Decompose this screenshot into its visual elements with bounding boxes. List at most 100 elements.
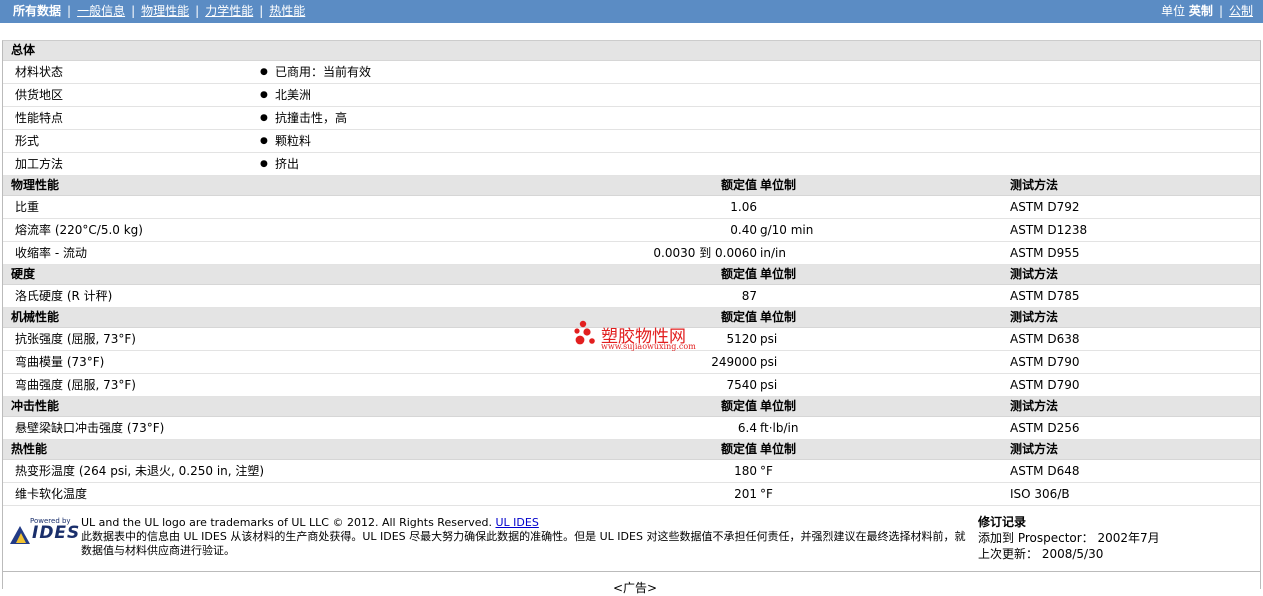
column-header-unit: 单位制 [760, 178, 797, 192]
bullet-icon: ● [260, 90, 268, 100]
column-header-unit: 单位制 [760, 442, 797, 456]
property-value: 0.40 [730, 223, 757, 237]
column-header-value: 额定值 [720, 267, 757, 281]
property-name: 热变形温度 (264 psi, 未退火, 0.250 in, 注塑) [15, 464, 265, 478]
test-method: ASTM D792 [1010, 200, 1080, 214]
footer-divider [3, 571, 1260, 572]
property-value: 挤出 [275, 157, 300, 171]
ides-logo: Powered by IDES [8, 517, 79, 547]
trademark-text: UL and the UL logo are trademarks of UL … [81, 516, 492, 529]
table-row: 熔流率 (220°C/5.0 kg) 0.40 g/10 min ASTM D1238 [3, 219, 1260, 242]
property-name: 弯曲强度 (屈服, 73°F) [15, 378, 136, 392]
property-name: 材料状态 [15, 65, 64, 79]
property-value: 1.06 [730, 200, 757, 214]
revision-updated: 上次更新： 2008/5/30 [978, 547, 1104, 561]
nav-thermal[interactable]: 热性能 [269, 4, 305, 18]
property-value: 6.4 [737, 421, 757, 435]
property-value: 249000 [711, 355, 757, 369]
property-unit: psi [760, 378, 778, 392]
test-method: ASTM D638 [1010, 332, 1080, 346]
property-name: 悬壁梁缺口冲击强度 (73°F) [15, 421, 165, 435]
section-title: 硬度 [11, 267, 36, 281]
property-unit: °F [760, 464, 773, 478]
property-value: 颗粒料 [275, 134, 312, 148]
nav-all-data[interactable]: 所有数据 [13, 4, 61, 18]
revision-history: 修订记录 添加到 Prospector： 2002年7月 上次更新： 2008/… [978, 514, 1160, 562]
table-row: 供货地区 ● 北美洲 [3, 84, 1260, 107]
section-title: 总体 [11, 43, 36, 57]
property-value: 已商用：当前有效 [275, 65, 372, 79]
column-header-method: 测试方法 [1010, 267, 1059, 281]
property-name: 洛氏硬度 (R 计秤) [15, 289, 113, 303]
column-header-unit: 单位制 [760, 399, 797, 413]
property-value: 180 [734, 464, 757, 478]
property-name: 加工方法 [15, 157, 64, 171]
property-name: 熔流率 (220°C/5.0 kg) [15, 223, 143, 237]
site-watermark: 塑胶物性网 www.sujiaowuxing.com [571, 317, 711, 357]
property-value: 87 [741, 289, 757, 303]
section-header: 物理性能 额定值 单位制 测试方法 [3, 176, 1260, 196]
column-header-unit: 单位制 [760, 267, 797, 281]
nav-general-info[interactable]: 一般信息 [77, 4, 125, 18]
property-name: 弯曲模量 (73°F) [15, 355, 105, 369]
watermark-url: www.sujiaowuxing.com [601, 342, 696, 351]
top-nav-bar: 所有数据 | 一般信息 | 物理性能 | 力学性能 | 热性能 单位 英制 | 公制 [0, 0, 1263, 23]
property-value: 抗撞击性，高 [275, 111, 348, 125]
table-row: 性能特点 ● 抗撞击性，高 [3, 107, 1260, 130]
column-header-method: 测试方法 [1010, 442, 1059, 456]
property-name: 供货地区 [15, 88, 64, 102]
table-row: 加工方法 ● 挤出 [3, 153, 1260, 176]
nav-mechanical[interactable]: 力学性能 [205, 4, 253, 18]
table-row: 维卡软化温度 201 °F ISO 306/B [3, 483, 1260, 506]
disclaimer-text: 此数据表中的信息由 UL IDES 从该材料的生产商处获得。UL IDES 尽最… [81, 530, 966, 557]
test-method: ASTM D785 [1010, 289, 1080, 303]
ul-ides-link[interactable]: UL IDES [496, 516, 539, 529]
table-row: 收缩率 - 流动 0.0030 到 0.0060 in/in ASTM D955 [3, 242, 1260, 265]
ad-label: <广告> [613, 581, 658, 595]
table-row: 悬壁梁缺口冲击强度 (73°F) 6.4 ft·lb/in ASTM D256 [3, 417, 1260, 440]
column-header-value: 额定值 [720, 442, 757, 456]
revision-title: 修订记录 [978, 515, 1027, 529]
bullet-icon: ● [260, 67, 268, 77]
logo-name: IDES [32, 523, 81, 543]
property-unit: ft·lb/in [760, 421, 799, 435]
bullet-icon: ● [260, 136, 268, 146]
table-row: 弯曲强度 (屈服, 73°F) 7540 psi ASTM D790 [3, 374, 1260, 397]
unit-metric[interactable]: 公制 [1229, 4, 1253, 18]
section-header: 总体 [3, 41, 1260, 61]
column-header-value: 额定值 [720, 399, 757, 413]
column-header-method: 测试方法 [1010, 310, 1059, 324]
test-method: ISO 306/B [1010, 487, 1070, 501]
property-unit: psi [760, 332, 778, 346]
property-unit: in/in [760, 246, 786, 260]
table-row: 洛氏硬度 (R 计秤) 87 ASTM D785 [3, 285, 1260, 308]
property-name: 性能特点 [15, 111, 64, 125]
property-value: 0.0030 到 0.0060 [653, 246, 757, 260]
section-nav: 所有数据 | 一般信息 | 物理性能 | 力学性能 | 热性能 [13, 4, 306, 18]
property-value: 5120 [726, 332, 757, 346]
property-unit: °F [760, 487, 773, 501]
bullet-icon: ● [260, 159, 268, 169]
nav-physical[interactable]: 物理性能 [141, 4, 189, 18]
footer: Powered by IDES UL and the UL logo are t… [3, 511, 1260, 571]
section-header: 热性能 额定值 单位制 测试方法 [3, 440, 1260, 460]
footer-text: UL and the UL logo are trademarks of UL … [81, 516, 971, 558]
revision-added: 添加到 Prospector： 2002年7月 [978, 531, 1160, 545]
property-unit: psi [760, 355, 778, 369]
table-row: 热变形温度 (264 psi, 未退火, 0.250 in, 注塑) 180 °F A… [3, 460, 1260, 483]
property-name: 比重 [15, 200, 40, 214]
section-title: 冲击性能 [11, 399, 60, 413]
watermark-dots-icon [574, 320, 595, 345]
test-method: ASTM D955 [1010, 246, 1080, 260]
column-header-method: 测试方法 [1010, 399, 1059, 413]
property-value: 北美洲 [275, 88, 312, 102]
section-header: 冲击性能 额定值 单位制 测试方法 [3, 397, 1260, 417]
property-name: 收缩率 - 流动 [15, 246, 87, 260]
table-row: 材料状态 ● 已商用：当前有效 [3, 61, 1260, 84]
property-unit: g/10 min [760, 223, 814, 237]
datasheet-frame: 总体 材料状态 ● 已商用：当前有效 供货地区 ● 北美洲 性能特点 ● 抗撞击性，高 形式 ● 颗粒料… [2, 40, 1261, 595]
unit-english[interactable]: 英制 [1189, 4, 1213, 18]
unit-switcher: 单位 英制 | 公制 [1161, 4, 1253, 18]
property-value: 7540 [726, 378, 757, 392]
test-method: ASTM D790 [1010, 378, 1080, 392]
